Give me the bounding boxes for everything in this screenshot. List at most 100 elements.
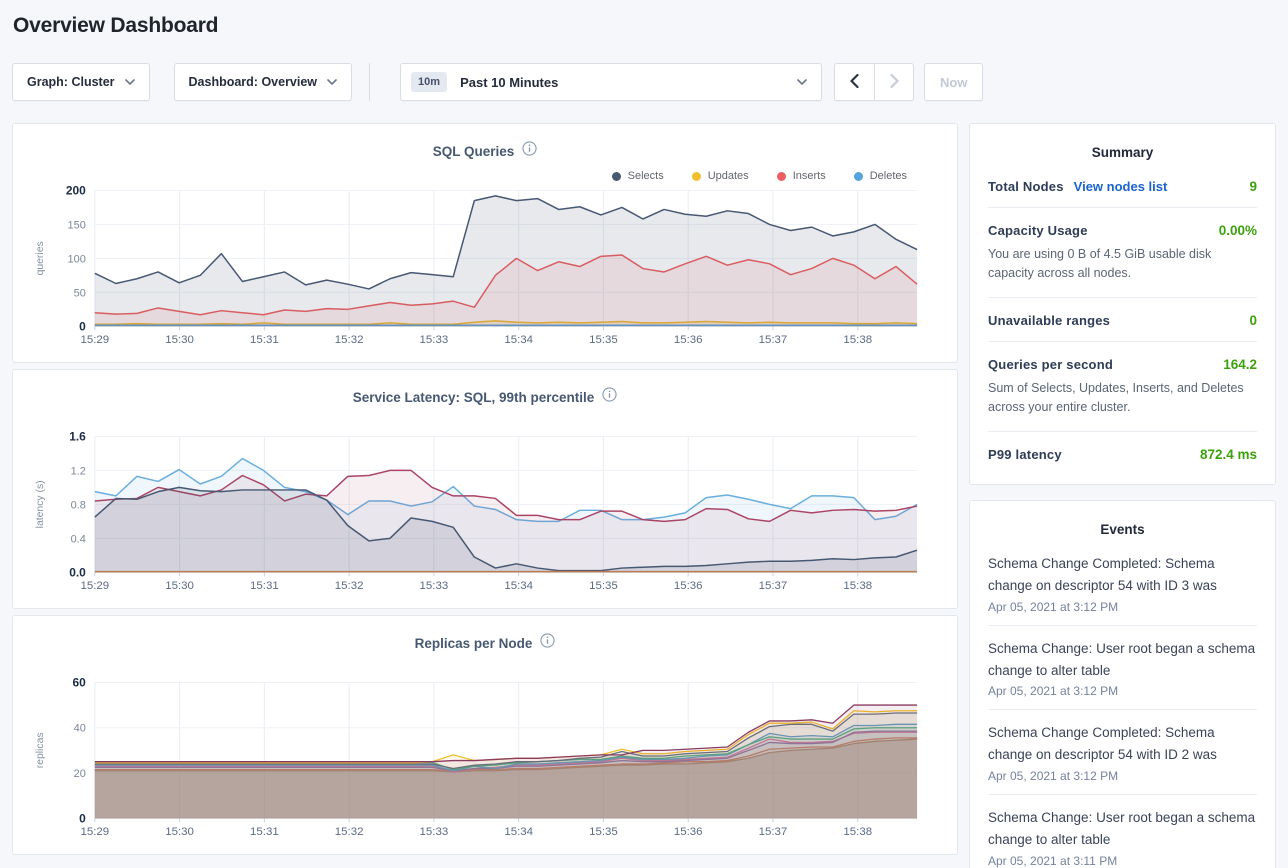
svg-text:15:30: 15:30: [165, 334, 194, 346]
legend-item-updates[interactable]: Updates: [692, 170, 749, 182]
page-title: Overview Dashboard: [13, 14, 1288, 38]
svg-text:0: 0: [79, 811, 86, 825]
svg-text:1.2: 1.2: [71, 465, 86, 477]
chart-title: SQL Queries: [433, 144, 515, 159]
svg-text:15:36: 15:36: [674, 334, 703, 346]
events-title: Events: [988, 522, 1257, 537]
svg-text:0.0: 0.0: [69, 565, 86, 579]
legend-item-inserts[interactable]: Inserts: [777, 170, 826, 182]
time-range-picker[interactable]: 10m Past 10 Minutes: [400, 63, 822, 101]
info-icon[interactable]: [602, 387, 617, 407]
svg-text:15:35: 15:35: [589, 580, 618, 592]
legend-dot: [612, 172, 621, 181]
chevron-down-icon: [125, 79, 135, 85]
info-icon[interactable]: [522, 141, 537, 161]
sidebar: Summary Total Nodes View nodes list 9 Ca…: [969, 123, 1276, 868]
summary-title: Summary: [988, 145, 1257, 160]
summary-value: 872.4 ms: [1200, 447, 1257, 462]
now-button[interactable]: Now: [924, 63, 983, 101]
svg-text:15:33: 15:33: [420, 826, 449, 838]
event-message: Schema Change: User root began a schema …: [988, 638, 1257, 682]
legend-dot: [692, 172, 701, 181]
svg-text:0.4: 0.4: [71, 533, 86, 545]
svg-text:20: 20: [74, 768, 86, 780]
event-timestamp: Apr 05, 2021 at 3:12 PM: [988, 684, 1257, 698]
event-item: Schema Change: User root began a schema …: [988, 795, 1257, 868]
svg-text:15:32: 15:32: [335, 334, 364, 346]
svg-text:1.6: 1.6: [69, 429, 86, 443]
svg-text:15:35: 15:35: [589, 826, 618, 838]
time-range-badge: 10m: [411, 72, 447, 92]
svg-text:200: 200: [66, 183, 86, 197]
content: SQL Queries Selects Updates Inserts Dele…: [12, 123, 1276, 868]
summary-value: 9: [1249, 179, 1257, 194]
charts-column: SQL Queries Selects Updates Inserts Dele…: [12, 123, 958, 868]
svg-text:15:36: 15:36: [674, 580, 703, 592]
svg-text:0: 0: [79, 319, 86, 333]
svg-text:15:38: 15:38: [843, 334, 872, 346]
svg-text:15:34: 15:34: [504, 826, 533, 838]
summary-value: 164.2: [1223, 357, 1257, 372]
svg-text:15:32: 15:32: [335, 826, 364, 838]
event-timestamp: Apr 05, 2021 at 3:11 PM: [988, 854, 1257, 868]
svg-text:15:31: 15:31: [250, 826, 279, 838]
dashboard-dropdown[interactable]: Dashboard: Overview: [174, 63, 353, 101]
svg-text:15:31: 15:31: [250, 580, 279, 592]
time-step-forward-button[interactable]: [874, 64, 913, 100]
summary-value: 0.00%: [1219, 223, 1257, 238]
svg-text:100: 100: [68, 253, 86, 265]
svg-text:15:32: 15:32: [335, 580, 364, 592]
svg-text:queries: queries: [35, 241, 46, 275]
view-nodes-list-link[interactable]: View nodes list: [1074, 179, 1168, 194]
summary-row-total-nodes: Total Nodes View nodes list 9: [988, 164, 1257, 208]
event-message: Schema Change Completed: Schema change o…: [988, 722, 1257, 766]
svg-text:15:29: 15:29: [80, 580, 109, 592]
svg-text:60: 60: [73, 675, 87, 689]
svg-text:replicas: replicas: [35, 732, 46, 768]
event-item: Schema Change Completed: Schema change o…: [988, 541, 1257, 626]
svg-text:15:29: 15:29: [80, 826, 109, 838]
svg-text:150: 150: [68, 219, 86, 231]
chevron-right-icon: [890, 74, 899, 91]
chevron-left-icon: [850, 74, 859, 91]
info-icon[interactable]: [540, 633, 555, 653]
chart-header: Replicas per Node: [13, 633, 957, 653]
summary-label: Unavailable ranges: [988, 313, 1110, 328]
events-panel: Events Schema Change Completed: Schema c…: [969, 500, 1276, 868]
graph-dropdown[interactable]: Graph: Cluster: [12, 63, 150, 101]
summary-label: Queries per second: [988, 357, 1113, 372]
chevron-down-icon: [327, 79, 337, 85]
summary-label: P99 latency: [988, 447, 1062, 462]
summary-panel: Summary Total Nodes View nodes list 9 Ca…: [969, 123, 1276, 485]
summary-row-capacity-usage: Capacity Usage 0.00% You are using 0 B o…: [988, 208, 1257, 298]
chart-title: Service Latency: SQL, 99th percentile: [353, 390, 595, 405]
event-message: Schema Change: User root began a schema …: [988, 807, 1257, 851]
chart-panel-replicas-per-node: Replicas per Node 15:2915:3015:3115:3215…: [12, 615, 958, 855]
svg-text:15:35: 15:35: [589, 334, 618, 346]
svg-text:latency (s): latency (s): [35, 480, 46, 528]
svg-text:15:37: 15:37: [759, 334, 788, 346]
legend-item-deletes[interactable]: Deletes: [854, 170, 907, 182]
chart-title: Replicas per Node: [415, 636, 533, 651]
chart-header: SQL Queries: [13, 141, 957, 161]
time-step-back-button[interactable]: [835, 64, 874, 100]
svg-text:40: 40: [74, 723, 86, 735]
svg-text:0.8: 0.8: [71, 499, 86, 511]
summary-description: You are using 0 B of 4.5 GiB usable disk…: [988, 245, 1257, 284]
time-range-label: Past 10 Minutes: [460, 75, 558, 90]
event-timestamp: Apr 05, 2021 at 3:12 PM: [988, 769, 1257, 783]
time-step-group: [834, 63, 914, 101]
legend-item-selects[interactable]: Selects: [612, 170, 664, 182]
svg-text:15:37: 15:37: [759, 580, 788, 592]
legend-dot: [854, 172, 863, 181]
svg-text:15:36: 15:36: [674, 826, 703, 838]
event-message: Schema Change Completed: Schema change o…: [988, 553, 1257, 597]
legend-dot: [777, 172, 786, 181]
chart-legend: Selects Updates Inserts Deletes: [612, 170, 907, 182]
summary-row-unavailable-ranges: Unavailable ranges 0: [988, 298, 1257, 342]
svg-text:15:30: 15:30: [165, 580, 194, 592]
svg-text:15:34: 15:34: [504, 334, 533, 346]
svg-text:15:31: 15:31: [250, 334, 279, 346]
svg-text:50: 50: [74, 287, 86, 299]
chart-header: Service Latency: SQL, 99th percentile: [13, 387, 957, 407]
